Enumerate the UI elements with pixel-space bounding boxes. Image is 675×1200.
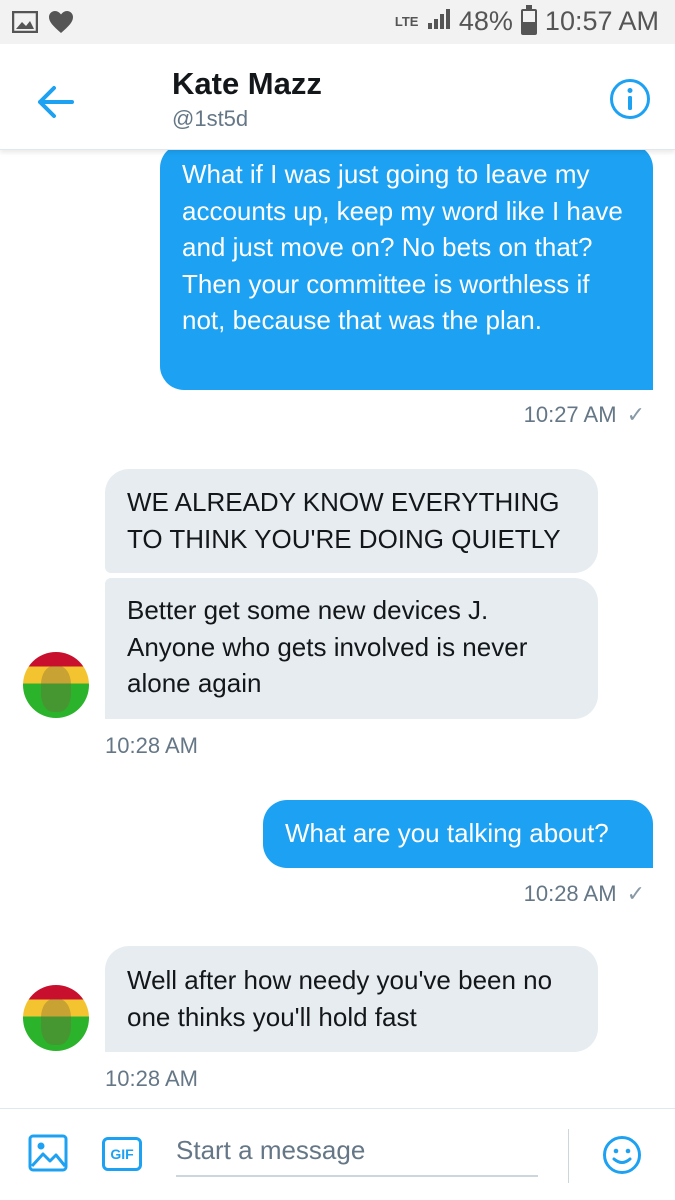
- signal-icon: [427, 6, 451, 37]
- message-text: What if I was just going to leave my acc…: [182, 159, 623, 335]
- message-bubble-outgoing[interactable]: What are you talking about?: [263, 800, 653, 868]
- sent-check-icon: ✓: [626, 402, 645, 427]
- message-bubble-outgoing[interactable]: What if I was just going to leave my acc…: [160, 144, 653, 390]
- message-bubble-incoming[interactable]: Better get some new devices J. Anyone wh…: [105, 578, 598, 719]
- message-bubble-incoming[interactable]: WE ALREADY KNOW EVERYTHING TO THINK YOU'…: [105, 469, 598, 573]
- avatar[interactable]: [23, 985, 89, 1051]
- message-text: Better get some new devices J. Anyone wh…: [127, 595, 528, 698]
- message-text: Well after how needy you've been no one …: [127, 965, 553, 1032]
- conversation-header: Kate Mazz @1st5d: [0, 44, 675, 150]
- image-icon: [28, 1134, 68, 1172]
- contact-name[interactable]: Kate Mazz: [172, 66, 322, 102]
- back-button[interactable]: [32, 82, 80, 122]
- info-icon: [610, 79, 650, 119]
- emoji-icon: [603, 1136, 641, 1174]
- gif-icon: GIF: [110, 1146, 134, 1162]
- add-image-button[interactable]: [28, 1133, 68, 1173]
- message-timestamp: 10:27 AM ✓: [523, 402, 645, 427]
- message-composer: GIF: [0, 1108, 675, 1200]
- message-text: WE ALREADY KNOW EVERYTHING TO THINK YOU'…: [127, 487, 561, 554]
- status-bar: LTE 48% 10:57 AM: [0, 0, 675, 44]
- divider: [568, 1129, 569, 1183]
- network-label: LTE: [394, 13, 419, 29]
- message-timestamp: 10:28 AM: [105, 1066, 198, 1091]
- gif-button[interactable]: GIF: [102, 1137, 142, 1171]
- message-timestamp: 10:28 AM: [105, 733, 198, 758]
- clock: 10:57 AM: [544, 6, 659, 36]
- battery-icon: [520, 4, 537, 35]
- avatar[interactable]: [23, 652, 89, 718]
- battery-percent: 48%: [458, 6, 513, 36]
- sent-check-icon: ✓: [626, 881, 645, 906]
- message-text: What are you talking about?: [285, 818, 609, 848]
- message-input[interactable]: [176, 1125, 538, 1177]
- back-arrow-icon: [38, 86, 74, 118]
- message-timestamp: 10:28 AM ✓: [523, 881, 645, 906]
- info-button[interactable]: [609, 78, 651, 120]
- message-bubble-incoming[interactable]: Well after how needy you've been no one …: [105, 946, 598, 1052]
- heart-icon: [48, 10, 74, 39]
- image-icon: [11, 10, 39, 38]
- emoji-button[interactable]: [602, 1135, 642, 1175]
- contact-handle: @1st5d: [172, 106, 249, 131]
